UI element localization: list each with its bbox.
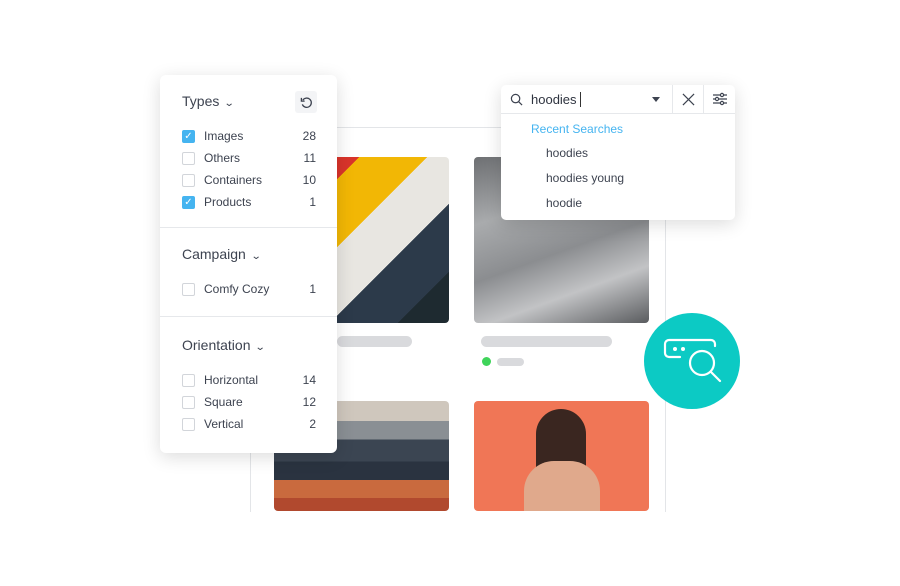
checkbox[interactable]: [182, 395, 195, 409]
close-icon: [682, 93, 695, 105]
checkbox[interactable]: ✓: [182, 129, 195, 143]
campaign-title: Campaign: [182, 246, 246, 262]
orientation-header[interactable]: Orientation ⌄: [182, 337, 267, 353]
option-label: Products: [204, 195, 252, 209]
divider: [160, 316, 337, 317]
filter-option[interactable]: Comfy Cozy 1: [182, 281, 316, 297]
reset-icon: [300, 96, 312, 108]
skeleton-title: [337, 336, 412, 347]
option-count: 1: [309, 195, 316, 209]
text-cursor: [579, 92, 581, 107]
option-count: 1: [309, 282, 316, 296]
status-dot: [482, 357, 491, 366]
option-label: Containers: [204, 173, 263, 187]
checkbox[interactable]: [182, 417, 195, 431]
option-label: Horizontal: [204, 373, 259, 387]
filter-option[interactable]: Vertical 2: [182, 416, 316, 432]
visual-search-icon: [663, 338, 722, 383]
divider: [160, 227, 337, 228]
campaign-header[interactable]: Campaign ⌄: [182, 246, 262, 262]
checkbox[interactable]: ✓: [182, 195, 195, 209]
filter-settings-button[interactable]: [703, 85, 736, 113]
option-label: Others: [204, 151, 241, 165]
search-dropdown: hoodies Recent Searches hoodies hoodies …: [501, 85, 735, 220]
checkbox[interactable]: [182, 373, 195, 387]
types-title: Types: [182, 93, 220, 109]
checkbox[interactable]: [182, 282, 195, 296]
skeleton-status: [497, 358, 524, 366]
chevron-down-icon: ⌄: [250, 251, 262, 262]
filter-option[interactable]: ✓ Images 28: [182, 128, 316, 144]
sliders-icon: [713, 92, 727, 106]
checkbox[interactable]: [182, 173, 195, 187]
recent-search-item[interactable]: hoodies: [546, 146, 588, 160]
option-count: 11: [303, 151, 316, 165]
filter-option[interactable]: ✓ Products 1: [182, 194, 316, 210]
orientation-title: Orientation: [182, 337, 251, 353]
recent-search-item[interactable]: hoodie: [546, 196, 582, 210]
filter-option[interactable]: Containers 10: [182, 172, 316, 188]
option-count: 14: [302, 373, 316, 387]
filter-option[interactable]: Others 11: [182, 150, 316, 166]
option-label: Images: [204, 129, 244, 143]
option-count: 2: [309, 417, 316, 431]
chevron-down-icon: ⌄: [255, 342, 267, 353]
search-input[interactable]: hoodies: [531, 92, 661, 107]
search-bar: hoodies: [501, 85, 735, 114]
option-label: Vertical: [204, 417, 244, 431]
reset-button[interactable]: [295, 91, 317, 113]
chevron-down-icon: ⌄: [224, 98, 236, 109]
filter-panel: Types ⌄ ✓ Images 28 Others 11 Containers 10 ✓ Pro…: [160, 75, 337, 453]
checkbox[interactable]: [182, 151, 195, 165]
search-value: hoodies: [531, 92, 577, 107]
visual-search-badge: [644, 313, 740, 409]
types-header[interactable]: Types ⌄: [182, 93, 236, 109]
option-label: Square: [204, 395, 243, 409]
caret-down-icon[interactable]: [652, 97, 660, 102]
option-label: Comfy Cozy: [204, 282, 270, 296]
option-count: 10: [302, 173, 316, 187]
filter-option[interactable]: Square 12: [182, 394, 316, 410]
recent-searches-title: Recent Searches: [531, 122, 624, 136]
filter-option[interactable]: Horizontal 14: [182, 372, 316, 388]
option-count: 28: [302, 129, 316, 143]
recent-search-item[interactable]: hoodies young: [546, 171, 624, 185]
search-icon: [510, 93, 523, 106]
skeleton-title: [481, 336, 612, 347]
option-count: 12: [302, 395, 316, 409]
image-couple-hoodies[interactable]: [474, 401, 649, 511]
clear-button[interactable]: [672, 85, 704, 113]
